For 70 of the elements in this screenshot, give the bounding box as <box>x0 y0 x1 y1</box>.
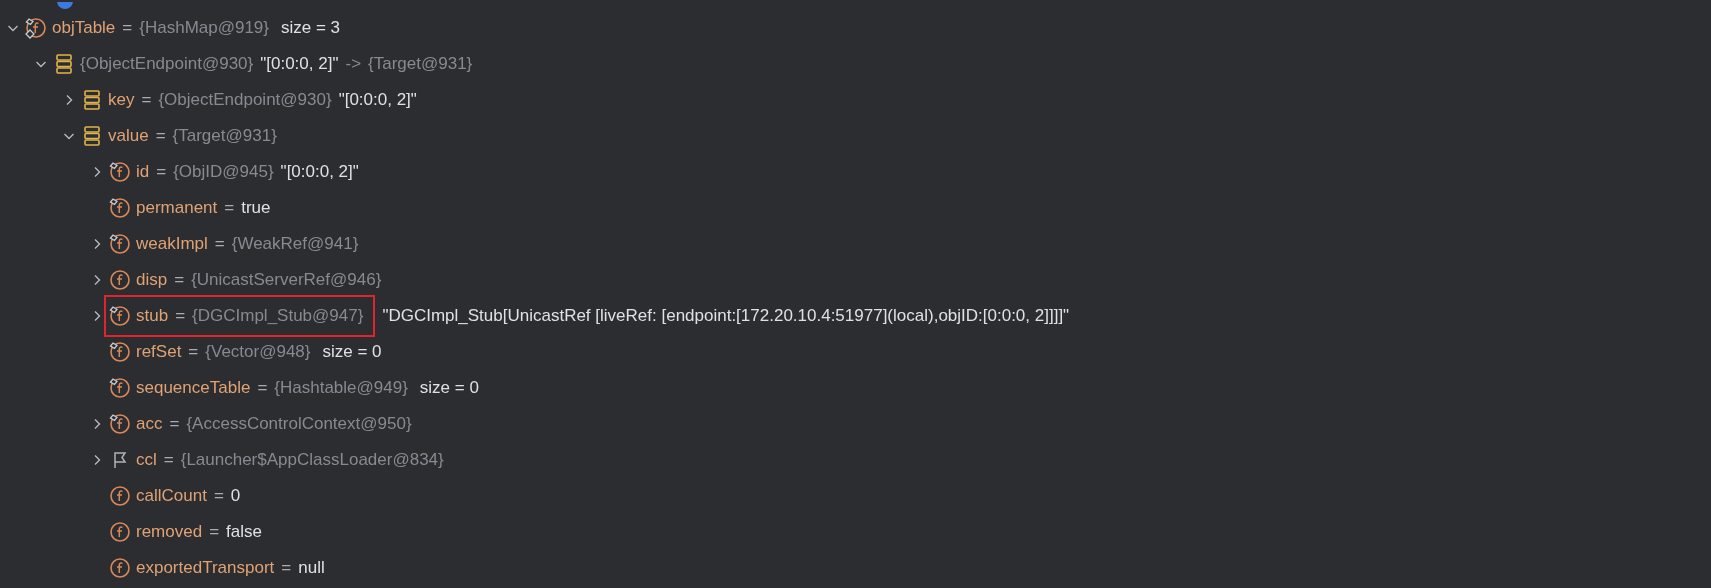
field-name: stub <box>136 305 169 328</box>
equals-sign: = <box>257 377 268 400</box>
final-field-icon <box>108 196 132 220</box>
type-label: {Target@931} <box>172 125 277 148</box>
equals-sign: = <box>224 197 235 220</box>
type-label: {Launcher$AppClassLoader@834} <box>180 449 444 472</box>
field-name: permanent <box>136 197 218 220</box>
field-value: 0 <box>230 485 241 508</box>
field-name: id <box>136 161 150 184</box>
final-field-icon <box>108 160 132 184</box>
equals-sign: = <box>214 233 225 256</box>
field-name: objTable <box>52 17 116 40</box>
final-field-icon <box>108 412 132 436</box>
type-label: {UnicastServerRef@946} <box>191 269 382 292</box>
field-value: "[0:0:0, 2]" <box>338 89 417 112</box>
type-label: {Target@931} <box>368 53 473 76</box>
field-icon <box>109 521 131 543</box>
equals-sign: = <box>174 269 185 292</box>
size-value: size = 3 <box>281 17 341 40</box>
size-value: size = 0 <box>322 341 382 364</box>
field-value: "[0:0:0, 2]" <box>260 53 339 76</box>
equals-sign: = <box>141 89 152 112</box>
field-name: acc <box>136 413 163 436</box>
final-field-icon <box>108 232 132 256</box>
field-name: removed <box>136 521 203 544</box>
field-value: "[0:0:0, 2]" <box>280 161 359 184</box>
field-value: "DGCImpl_Stub[UnicastRef [liveRef: [endpoint:[172.20.10.4:51977](local),objID:[0:0:0, 2]]]]" <box>382 305 1070 328</box>
equals-sign: = <box>122 17 133 40</box>
field-name: refSet <box>136 341 182 364</box>
final-field-icon <box>108 304 132 328</box>
field-value: true <box>241 197 271 220</box>
stacked-bars-icon <box>83 89 101 111</box>
static-final-field-icon <box>24 16 48 40</box>
final-field-icon <box>108 340 132 364</box>
field-value: null <box>298 557 325 580</box>
field-name: disp <box>136 269 168 292</box>
equals-sign: = <box>175 305 186 328</box>
equals-sign: = <box>169 413 180 436</box>
equals-sign: = <box>213 485 224 508</box>
field-name: key <box>108 89 135 112</box>
field-name: callCount <box>136 485 207 508</box>
equals-sign: = <box>156 161 167 184</box>
type-label: {Hashtable@949} <box>274 377 408 400</box>
type-label: {AccessControlContext@950} <box>186 413 412 436</box>
type-label: {ObjectEndpoint@930} <box>158 89 332 112</box>
field-name: sequenceTable <box>136 377 251 400</box>
type-label: -> <box>345 53 362 76</box>
field-value: false <box>226 521 262 544</box>
field-icon <box>109 485 131 507</box>
type-label: {ObjectEndpoint@930} <box>80 53 254 76</box>
type-label: {ObjID@945} <box>173 161 274 184</box>
type-label: {Vector@948} <box>205 341 311 364</box>
type-label: {WeakRef@941} <box>231 233 359 256</box>
stacked-bars-icon <box>55 53 73 75</box>
final-field-icon <box>108 376 132 400</box>
field-icon <box>109 269 131 291</box>
size-value: size = 0 <box>419 377 479 400</box>
field-name: exportedTransport <box>136 557 275 580</box>
equals-sign: = <box>188 341 199 364</box>
type-label: {HashMap@919} <box>139 17 269 40</box>
field-name: ccl <box>136 449 157 472</box>
equals-sign: = <box>281 557 292 580</box>
equals-sign: = <box>155 125 166 148</box>
field-name: value <box>108 125 149 148</box>
equals-sign: = <box>209 521 220 544</box>
type-label: {DGCImpl_Stub@947} <box>192 305 364 328</box>
stacked-bars-icon <box>83 125 101 147</box>
equals-sign: = <box>163 449 174 472</box>
field-icon <box>109 557 131 579</box>
field-name: weakImpl <box>136 233 208 256</box>
